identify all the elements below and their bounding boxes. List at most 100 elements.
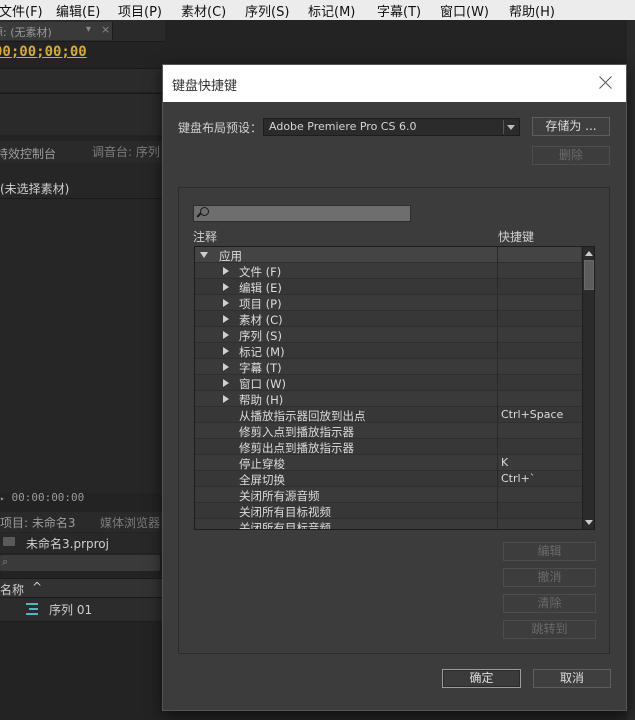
column-header-command: 注释 <box>193 230 218 244</box>
menu-help[interactable]: 帮助(H) <box>509 1 555 20</box>
table-row[interactable]: 帮助 (H) <box>195 391 581 407</box>
source-tab[interactable]: 源: (无素材) ▾ × <box>0 22 113 40</box>
scroll-up-icon[interactable] <box>583 247 594 259</box>
shortcut-table: 应用 文件 (F) 编辑 (E) 项目 (P) 素材 (C) 序列 (S) 标记 (M) 字幕… <box>194 246 595 530</box>
disclosure-expanded-icon[interactable] <box>200 252 208 258</box>
disclosure-collapsed-icon[interactable] <box>223 395 229 403</box>
close-button[interactable] <box>595 72 617 94</box>
scroll-thumb[interactable] <box>584 260 594 290</box>
menu-marker[interactable]: 标记(M) <box>308 1 355 20</box>
column-divider <box>497 247 498 529</box>
search-input[interactable] <box>193 205 411 222</box>
sequence-icon <box>26 602 38 616</box>
tab-project[interactable]: 项目: 未命名3 <box>0 514 76 531</box>
clear-button[interactable]: 清除 <box>503 594 596 613</box>
table-row[interactable]: 窗口 (W) <box>195 375 581 391</box>
menu-project[interactable]: 项目(P) <box>118 1 162 20</box>
table-scrollbar[interactable] <box>582 247 594 529</box>
cancel-button[interactable]: 取消 <box>533 669 611 688</box>
divider <box>0 198 165 199</box>
table-row[interactable]: 标记 (M) <box>195 343 581 359</box>
disclosure-collapsed-icon[interactable] <box>223 267 229 275</box>
play-icon[interactable]: ▸ <box>0 494 5 503</box>
row-command-label: 应用 <box>219 249 242 263</box>
sequence-name: 序列 01 <box>49 603 93 617</box>
disclosure-collapsed-icon[interactable] <box>223 315 229 323</box>
table-row[interactable]: 关闭所有目标音频 <box>195 519 581 530</box>
effects-panel: (未选择素材) <box>0 163 165 493</box>
project-column-header[interactable]: 名称 ^ <box>0 578 165 598</box>
preset-value: Adobe Premiere Pro CS 6.0 <box>269 120 417 133</box>
row-command-label: 帮助 (H) <box>239 393 284 407</box>
goto-button[interactable]: 跳转到 <box>503 620 596 639</box>
row-command-label: 关闭所有目标音频 <box>239 521 331 530</box>
disclosure-collapsed-icon[interactable] <box>223 299 229 307</box>
undo-button[interactable]: 撤消 <box>503 568 596 587</box>
table-row[interactable]: 项目 (P) <box>195 295 581 311</box>
source-monitor-tabbar: 源: (无素材) ▾ × <box>0 20 165 42</box>
tab-effect-controls[interactable]: 特效控制台 <box>0 143 56 163</box>
project-tabbar: 项目: 未命名3 媒体浏览器 <box>0 512 165 532</box>
table-row[interactable]: 素材 (C) <box>195 311 581 327</box>
source-controls-row <box>0 68 165 92</box>
table-row[interactable]: 修剪入点到播放指示器 <box>195 423 581 439</box>
source-transport-row <box>0 93 165 135</box>
table-row[interactable]: 修剪出点到播放指示器 <box>195 439 581 455</box>
effects-timecode: ▸ 00:00:00:00 <box>0 491 84 504</box>
menu-edit[interactable]: 编辑(E) <box>56 1 100 20</box>
sort-arrow-icon[interactable]: ^ <box>32 580 42 594</box>
tab-media-browser[interactable]: 媒体浏览器 <box>100 514 160 531</box>
chevron-down-icon[interactable] <box>505 120 517 134</box>
table-row[interactable]: 关闭所有源音频 <box>195 487 581 503</box>
menu-window[interactable]: 窗口(W) <box>440 1 489 20</box>
menu-sequence[interactable]: 序列(S) <box>245 1 289 20</box>
project-search-input[interactable]: ⌕ <box>0 555 160 571</box>
tab-audio-mixer[interactable]: 调音台: 序列 <box>92 143 160 160</box>
table-row[interactable]: 停止穿梭 K <box>195 455 581 471</box>
disclosure-collapsed-icon[interactable] <box>223 363 229 371</box>
row-command-label: 素材 (C) <box>239 313 283 327</box>
save-as-button[interactable]: 存储为 ... <box>532 117 610 136</box>
preset-label: 键盘布局预设： <box>178 121 263 135</box>
row-shortcut-label: K <box>501 456 509 469</box>
column-header-shortcut: 快捷键 <box>498 230 535 244</box>
table-row[interactable]: 字幕 (T) <box>195 359 581 375</box>
menu-file[interactable]: 文件(F) <box>0 1 43 20</box>
close-icon[interactable]: × <box>101 23 110 36</box>
disclosure-collapsed-icon[interactable] <box>223 379 229 387</box>
menu-title[interactable]: 字幕(T) <box>377 1 421 20</box>
scroll-down-icon[interactable] <box>583 517 594 529</box>
disclosure-collapsed-icon[interactable] <box>223 331 229 339</box>
row-command-label: 序列 (S) <box>239 329 282 343</box>
row-command-label: 全屏切换 <box>239 473 285 487</box>
source-timecode[interactable]: 00;00;00;00 <box>0 44 87 60</box>
row-command-label: 字幕 (T) <box>239 361 282 375</box>
menu-clip[interactable]: 素材(C) <box>181 1 226 20</box>
disclosure-collapsed-icon[interactable] <box>223 283 229 291</box>
edit-button[interactable]: 编辑 <box>503 542 596 561</box>
table-row[interactable]: 全屏切换 Ctrl+` <box>195 471 581 487</box>
table-row[interactable]: 文件 (F) <box>195 263 581 279</box>
table-row[interactable]: 序列 (S) <box>195 327 581 343</box>
table-row[interactable]: 从播放指示器回放到出点 Ctrl+Space <box>195 407 581 423</box>
project-file-name: 未命名3.prproj <box>26 537 109 551</box>
row-command-label: 修剪出点到播放指示器 <box>239 441 354 455</box>
project-item-sequence[interactable]: 序列 01 <box>0 598 165 622</box>
preset-dropdown[interactable]: Adobe Premiere Pro CS 6.0 <box>263 118 520 136</box>
chevron-down-icon[interactable]: ▾ <box>86 24 91 35</box>
keyboard-shortcuts-dialog: 键盘快捷键 键盘布局预设： Adobe Premiere Pro CS 6.0 … <box>162 64 627 711</box>
table-row[interactable]: 编辑 (E) <box>195 279 581 295</box>
row-command-label: 标记 (M) <box>239 345 285 359</box>
table-row[interactable]: 关闭所有目标视频 <box>195 503 581 519</box>
row-shortcut-label: Ctrl+Space <box>501 408 564 421</box>
row-command-label: 从播放指示器回放到出点 <box>239 409 366 423</box>
row-command-label: 关闭所有目标视频 <box>239 505 331 519</box>
table-group-row[interactable]: 应用 <box>195 247 581 263</box>
row-shortcut-label: Ctrl+` <box>501 472 536 485</box>
disclosure-collapsed-icon[interactable] <box>223 347 229 355</box>
row-command-label: 窗口 (W) <box>239 377 286 391</box>
ok-button[interactable]: 确定 <box>442 669 521 688</box>
row-command-label: 编辑 (E) <box>239 281 282 295</box>
search-icon <box>197 207 209 218</box>
delete-button[interactable]: 删除 <box>532 146 610 165</box>
